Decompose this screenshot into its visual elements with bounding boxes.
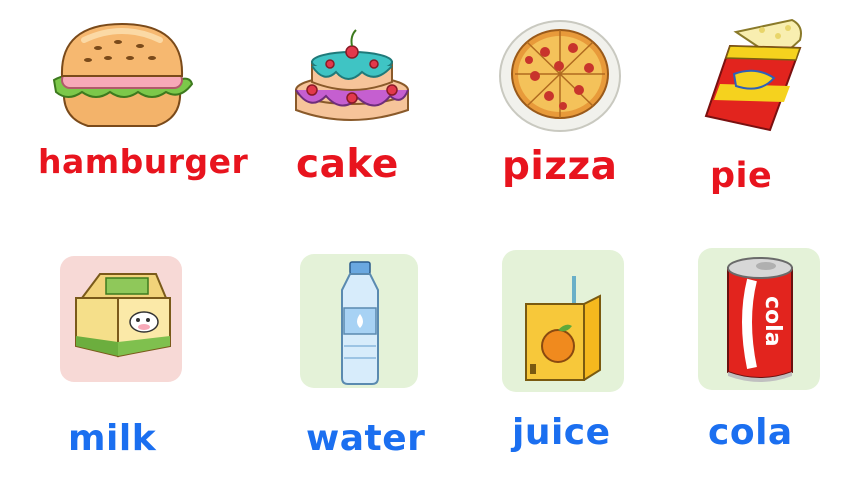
pizza-label: pizza bbox=[502, 144, 618, 189]
pie-icon bbox=[700, 16, 810, 134]
water-bottle-card bbox=[298, 250, 420, 392]
hamburger-icon bbox=[48, 18, 196, 134]
pizza-icon bbox=[497, 18, 623, 134]
cake-icon bbox=[290, 26, 414, 130]
water-label: water bbox=[306, 418, 426, 459]
milk-label: milk bbox=[68, 418, 157, 459]
juice-box-card bbox=[500, 246, 626, 396]
cola-label: cola bbox=[708, 412, 793, 453]
can-brand-text: cola bbox=[760, 296, 785, 347]
cake-label: cake bbox=[296, 142, 399, 187]
cola-can-card: cola bbox=[696, 244, 822, 394]
milk-carton-card bbox=[58, 252, 184, 384]
juice-label: juice bbox=[512, 412, 611, 453]
pie-label: pie bbox=[710, 156, 773, 196]
hamburger-label: hamburger bbox=[38, 142, 249, 181]
